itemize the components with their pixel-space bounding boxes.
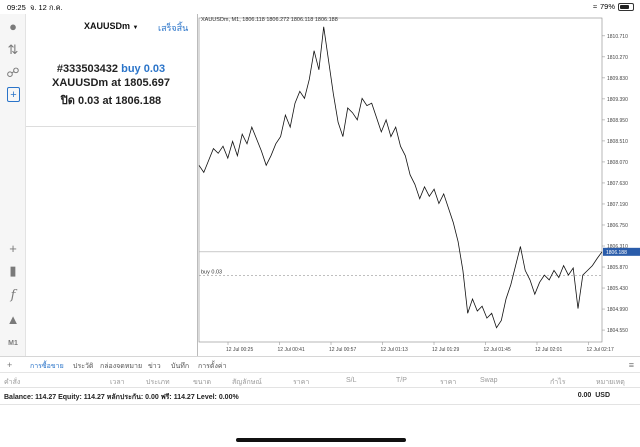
price-chart[interactable]: XAUUSDm, M1, 1806.118 1806.272 1806.118 … (197, 14, 640, 356)
tab-settings[interactable]: การตั้งค่า (198, 361, 227, 372)
tab-mailbox[interactable]: กล่องจดหมาย (100, 361, 142, 372)
x-tick-label: 12 Jul 00:41 (278, 347, 305, 353)
trade-icon[interactable]: ⇅ (4, 41, 22, 59)
col-sl: S/L (346, 377, 357, 384)
total-profit: 0.00 (577, 392, 592, 399)
x-tick-label: 12 Jul 02:17 (587, 347, 614, 353)
add-icon[interactable]: + (7, 360, 12, 370)
indicators-icon[interactable]: f (4, 286, 22, 304)
order-ticket-line: #333503432 buy 0.03 (26, 63, 196, 75)
y-tick-label: 1804.550 (607, 328, 628, 334)
balance-text: Balance: 114.27 Equity: 114.27 หลักประกั… (4, 394, 239, 401)
y-tick-label: 1809.390 (607, 97, 628, 103)
y-tick-label: 1807.630 (607, 181, 628, 187)
price-series-line (198, 26, 603, 329)
new-order-icon[interactable]: + (7, 87, 20, 102)
y-tick-label: 1808.070 (607, 160, 628, 166)
symbol-selector[interactable]: XAUUSDm ▼ (84, 21, 138, 31)
symbol-selector-label: XAUUSDm (84, 21, 131, 31)
current-price-label: 1806.188 (606, 250, 627, 256)
y-tick-label: 1806.750 (607, 223, 628, 229)
balance-row: Balance: 114.27 Equity: 114.27 หลักประกั… (0, 387, 640, 405)
tab-trade[interactable]: การซื้อขาย (30, 361, 64, 372)
y-tick-label: 1808.950 (607, 118, 628, 124)
chart-canvas[interactable]: XAUUSDm, M1, 1806.118 1806.272 1806.118 … (198, 14, 640, 356)
close-price-line: ปิด 0.03 at 1806.188 (26, 91, 196, 109)
status-bar: 09:25 จ. 12 ก.ค. ≈ 79% (0, 0, 640, 14)
y-tick-label: 1810.710 (607, 34, 628, 40)
chart-header: XAUUSDm, M1, 1806.118 1806.272 1806.118 … (201, 17, 338, 23)
ticket-number: #333503432 (56, 63, 119, 75)
order-action: buy 0.03 (121, 63, 166, 75)
x-tick-label: 12 Jul 01:13 (381, 347, 408, 353)
left-toolbar: ● ⇅ ☍ + + ▮ f ▲ M1 (0, 14, 26, 356)
status-date: จ. 12 ก.ค. (29, 3, 63, 12)
plot-frame (198, 17, 603, 343)
col-swap: Swap (480, 377, 498, 384)
done-button[interactable]: เสร็จสิ้น (158, 21, 188, 35)
x-tick-label: 12 Jul 02:01 (535, 347, 562, 353)
y-tick-label: 1807.190 (607, 202, 628, 208)
chevron-down-icon: ▼ (132, 25, 139, 31)
tab-journal[interactable]: บันทึก (171, 361, 189, 372)
home-indicator (236, 438, 406, 442)
y-tick-label: 1808.510 (607, 139, 628, 145)
candles-icon[interactable]: ▮ (4, 262, 22, 280)
account-icon[interactable]: ● (4, 17, 22, 35)
y-tick-label: 1805.430 (607, 286, 628, 292)
y-tick-label: 1804.990 (607, 307, 628, 313)
status-time: 09:25 (7, 3, 26, 12)
open-price-line: XAUUSDm at 1805.697 (26, 77, 196, 89)
battery-percent: 79% (599, 2, 615, 11)
x-tick-label: 12 Jul 00:57 (329, 347, 356, 353)
close-price: 1806.188 (115, 95, 162, 107)
bottom-tabs: + การซื้อขาย ประวัติ กล่องจดหมาย ข่าว บั… (0, 356, 640, 373)
close-prefix: ปิด 0.03 at (60, 95, 113, 107)
y-tick-label: 1805.870 (607, 265, 628, 271)
timeframe-button[interactable]: M1 (4, 334, 22, 352)
tab-news[interactable]: ข่าว (148, 361, 161, 372)
profit-currency: USD (595, 392, 610, 399)
table-header: คำสั่ง เวลา ประเภท ขนาด สัญลักษณ์ ราคา S… (0, 372, 640, 387)
objects-icon[interactable]: ▲ (4, 310, 22, 328)
x-tick-label: 12 Jul 00:25 (226, 347, 253, 353)
battery-icon (618, 2, 634, 11)
y-tick-label: 1809.830 (607, 76, 628, 82)
x-tick-label: 12 Jul 01:29 (432, 347, 459, 353)
tab-history[interactable]: ประวัติ (73, 361, 93, 372)
open-price: 1805.697 (124, 77, 171, 89)
col-tp: T/P (396, 377, 407, 384)
order-line-label: buy 0.03 (201, 269, 222, 275)
wifi-icon: ≈ (592, 2, 597, 11)
order-panel: XAUUSDm ▼ เสร็จสิ้น #333503432 buy 0.03 … (26, 14, 196, 127)
open-prefix: XAUUSDm at (51, 77, 122, 89)
crosshair-icon[interactable]: + (4, 239, 22, 257)
chat-icon[interactable]: ☍ (4, 64, 22, 82)
y-tick-label: 1810.270 (607, 55, 628, 61)
layout-icon[interactable]: ≡ (629, 360, 634, 370)
x-tick-label: 12 Jul 01:45 (484, 347, 511, 353)
